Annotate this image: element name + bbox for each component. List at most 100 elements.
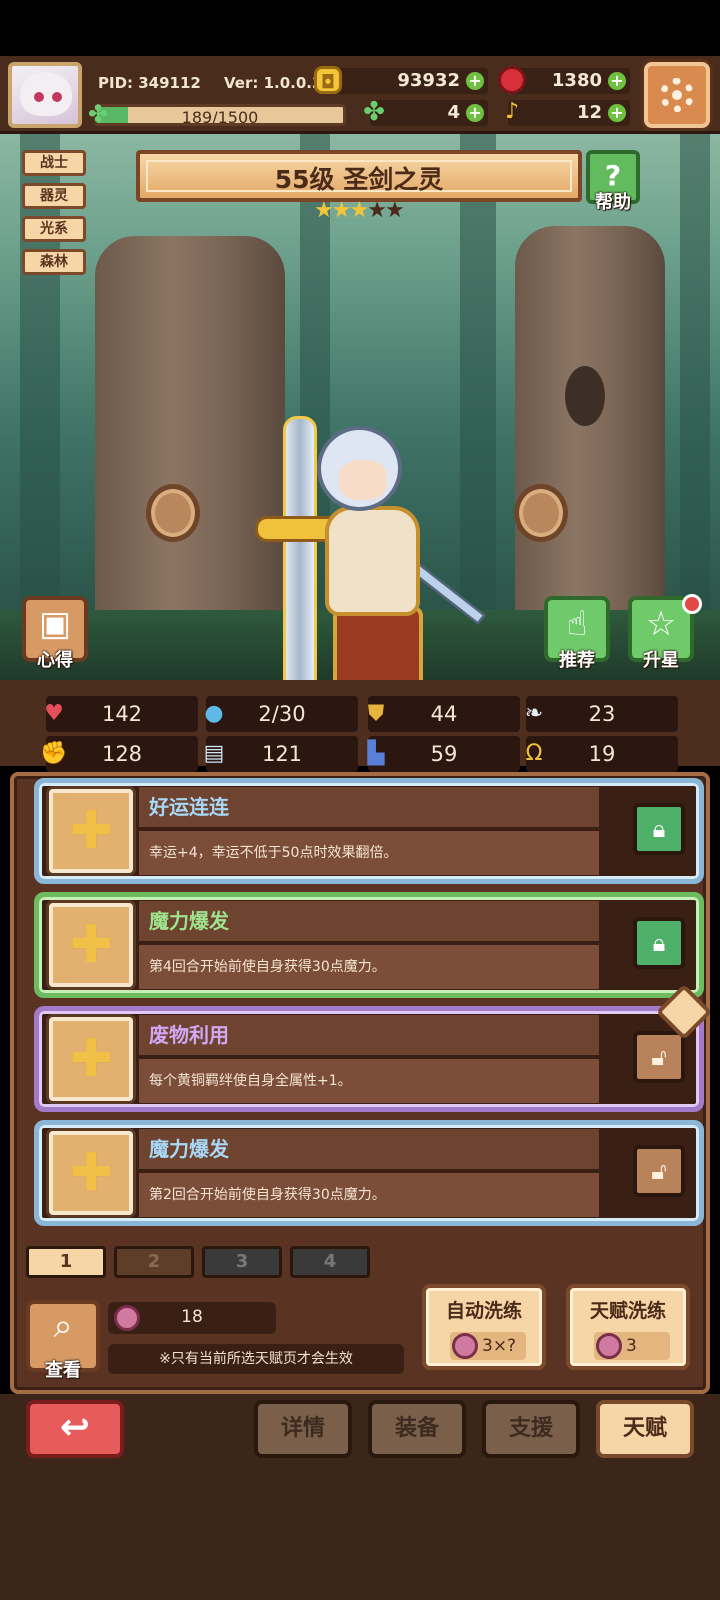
stat-heart: ♥ 142: [44, 696, 198, 732]
back-button[interactable]: ↩: [26, 1400, 124, 1458]
star-rating: ★★★★★: [314, 198, 405, 223]
lock-icon[interactable]: 🔒︎: [633, 803, 685, 855]
talent-icon: ✚: [49, 903, 133, 987]
gold-counter: ◘ 93932 +: [314, 66, 488, 94]
talent-name: 魔力爆发: [139, 1129, 599, 1169]
talent-description: 第4回合开始前使自身获得30点魔力。: [139, 945, 599, 989]
clover-icon: ✤: [88, 100, 109, 128]
stat-horseshoe: Ω 19: [526, 736, 678, 772]
talent-page-tab-2[interactable]: 2: [114, 1246, 194, 1278]
add-clover-button[interactable]: +: [466, 104, 484, 122]
horn-counter: ♪ 12 +: [505, 99, 630, 126]
stat-book: ▤ 121: [204, 736, 358, 772]
horn-value: 12: [576, 102, 602, 123]
star-filled-icon: ★: [314, 198, 334, 223]
scroll-icon: ▣: [38, 604, 72, 644]
game-screen: PID: 349112 Ver: 1.0.0.3 189/1500 ✤ ◘ 93…: [0, 0, 720, 1600]
talent-card[interactable]: ✚ 魔力爆发 第4回合开始前使自身获得30点魔力。 🔒︎: [34, 892, 704, 998]
auto-refine-cost: 3×?: [450, 1332, 526, 1360]
hero-title: 55级 圣剑之灵: [274, 165, 444, 194]
unlock-icon[interactable]: 🔓︎: [633, 1031, 685, 1083]
magnifier-icon: ⌕: [53, 1306, 73, 1346]
talent-icon: ✚: [49, 1131, 133, 1215]
cross-icon: ✚: [69, 1143, 113, 1203]
tab-details[interactable]: 详情: [254, 1400, 352, 1458]
stat-shield: ⛊ 44: [368, 696, 520, 732]
player-id: PID: 349112: [98, 74, 201, 92]
talent-page-tab-3[interactable]: 3: [202, 1246, 282, 1278]
stat-value: 142: [101, 702, 143, 726]
talent-refine-label: 天赋洗练: [589, 1300, 666, 1322]
tab-equipment[interactable]: 装备: [368, 1400, 466, 1458]
tab-support[interactable]: 支援: [482, 1400, 580, 1458]
talent-name: 好运连连: [139, 787, 599, 827]
talent-page-tab-1[interactable]: 1: [26, 1246, 106, 1278]
hero-character[interactable]: [255, 356, 505, 680]
potion-icon: [452, 1333, 478, 1359]
talent-card[interactable]: ✚ 魔力爆发 第2回合开始前使自身获得30点魔力。 🔓︎: [34, 1120, 704, 1226]
stat-value: 59: [430, 742, 458, 766]
help-label: 帮助: [595, 192, 631, 213]
talent-name: 魔力爆发: [139, 901, 599, 941]
shield-ornament-right: [514, 484, 568, 542]
star-filled-icon: ★: [349, 198, 369, 223]
ruby-counter: 1380 +: [498, 66, 630, 94]
player-avatar[interactable]: [8, 62, 82, 128]
auto-refine-cost-value: 3×?: [482, 1336, 517, 1356]
back-arrow-icon: ↩: [59, 1407, 91, 1448]
add-ruby-button[interactable]: +: [608, 72, 626, 90]
star-up-icon: ☆: [645, 604, 677, 644]
talent-refine-button[interactable]: 天赋洗练 3: [566, 1284, 690, 1370]
unlock-icon[interactable]: 🔓︎: [633, 1145, 685, 1197]
talent-description: 第2回合开始前使自身获得30点魔力。: [139, 1173, 599, 1217]
clover-counter: ✤ 4 +: [363, 98, 488, 126]
talent-name: 废物利用: [139, 1015, 599, 1055]
ruby-icon: [498, 66, 526, 94]
version-label: Ver: 1.0.0.3: [224, 74, 323, 92]
talent-icon: ✚: [49, 1017, 133, 1101]
star-up-label: 升星: [643, 650, 679, 671]
stat-value: 128: [101, 742, 143, 766]
talent-icon: ✚: [49, 789, 133, 873]
potion-icon: [596, 1333, 622, 1359]
star-filled-icon: ★: [331, 198, 352, 223]
stat-value: 44: [430, 702, 458, 726]
talent-description: 幸运+4，幸运不低于50点时效果翻倍。: [139, 831, 599, 875]
coin-icon: ◘: [314, 66, 342, 94]
potion-counter: 18: [108, 1302, 276, 1334]
add-gold-button[interactable]: +: [466, 72, 484, 90]
lock-icon[interactable]: 🔒︎: [633, 917, 685, 969]
potion-count: 18: [181, 1307, 203, 1327]
notes-label: 心得: [37, 650, 73, 671]
stat-value: 23: [588, 702, 616, 726]
talent-page-hint: ※只有当前所选天赋页才会生效: [108, 1344, 404, 1374]
stat-wing: ❧ 23: [525, 696, 678, 732]
settings-button[interactable]: [644, 62, 710, 128]
cross-icon: ✚: [69, 801, 113, 861]
cross-icon: ✚: [69, 1029, 113, 1089]
talent-refine-cost: 3: [594, 1332, 670, 1360]
cross-icon: ✚: [69, 915, 113, 975]
gear-icon: [660, 78, 694, 112]
auto-refine-button[interactable]: 自动洗练 3×?: [422, 1284, 546, 1370]
tab-talent[interactable]: 天赋: [596, 1400, 694, 1458]
talent-card[interactable]: ✚ 废物利用 每个黄铜羁绊使自身全属性+1。 🔓︎: [34, 1006, 704, 1112]
star-empty-icon: ★: [367, 198, 387, 223]
add-horn-button[interactable]: +: [608, 104, 626, 122]
talent-description: 每个黄铜羁绊使自身全属性+1。: [139, 1059, 599, 1103]
stat-boot: ▙ 59: [368, 736, 520, 772]
talent-card[interactable]: ✚ 好运连连 幸运+4，幸运不低于50点时效果翻倍。 🔒︎: [34, 778, 704, 884]
talent-page-tab-4[interactable]: 4: [290, 1246, 370, 1278]
auto-refine-label: 自动洗练: [445, 1300, 522, 1322]
clover-icon: ✤: [363, 97, 385, 127]
xp-text: 189/1500: [181, 108, 259, 126]
tag-region: 森林: [22, 249, 86, 275]
ruby-value: 1380: [551, 70, 602, 91]
stat-fist: ✊ 128: [40, 736, 198, 772]
recommend-label: 推荐: [559, 650, 595, 671]
tag-element: 光系: [22, 216, 86, 242]
shield-ornament-left: [146, 484, 200, 542]
status-bar: [0, 0, 720, 56]
clover-value: 4: [447, 102, 460, 123]
star-empty-icon: ★: [384, 198, 405, 223]
